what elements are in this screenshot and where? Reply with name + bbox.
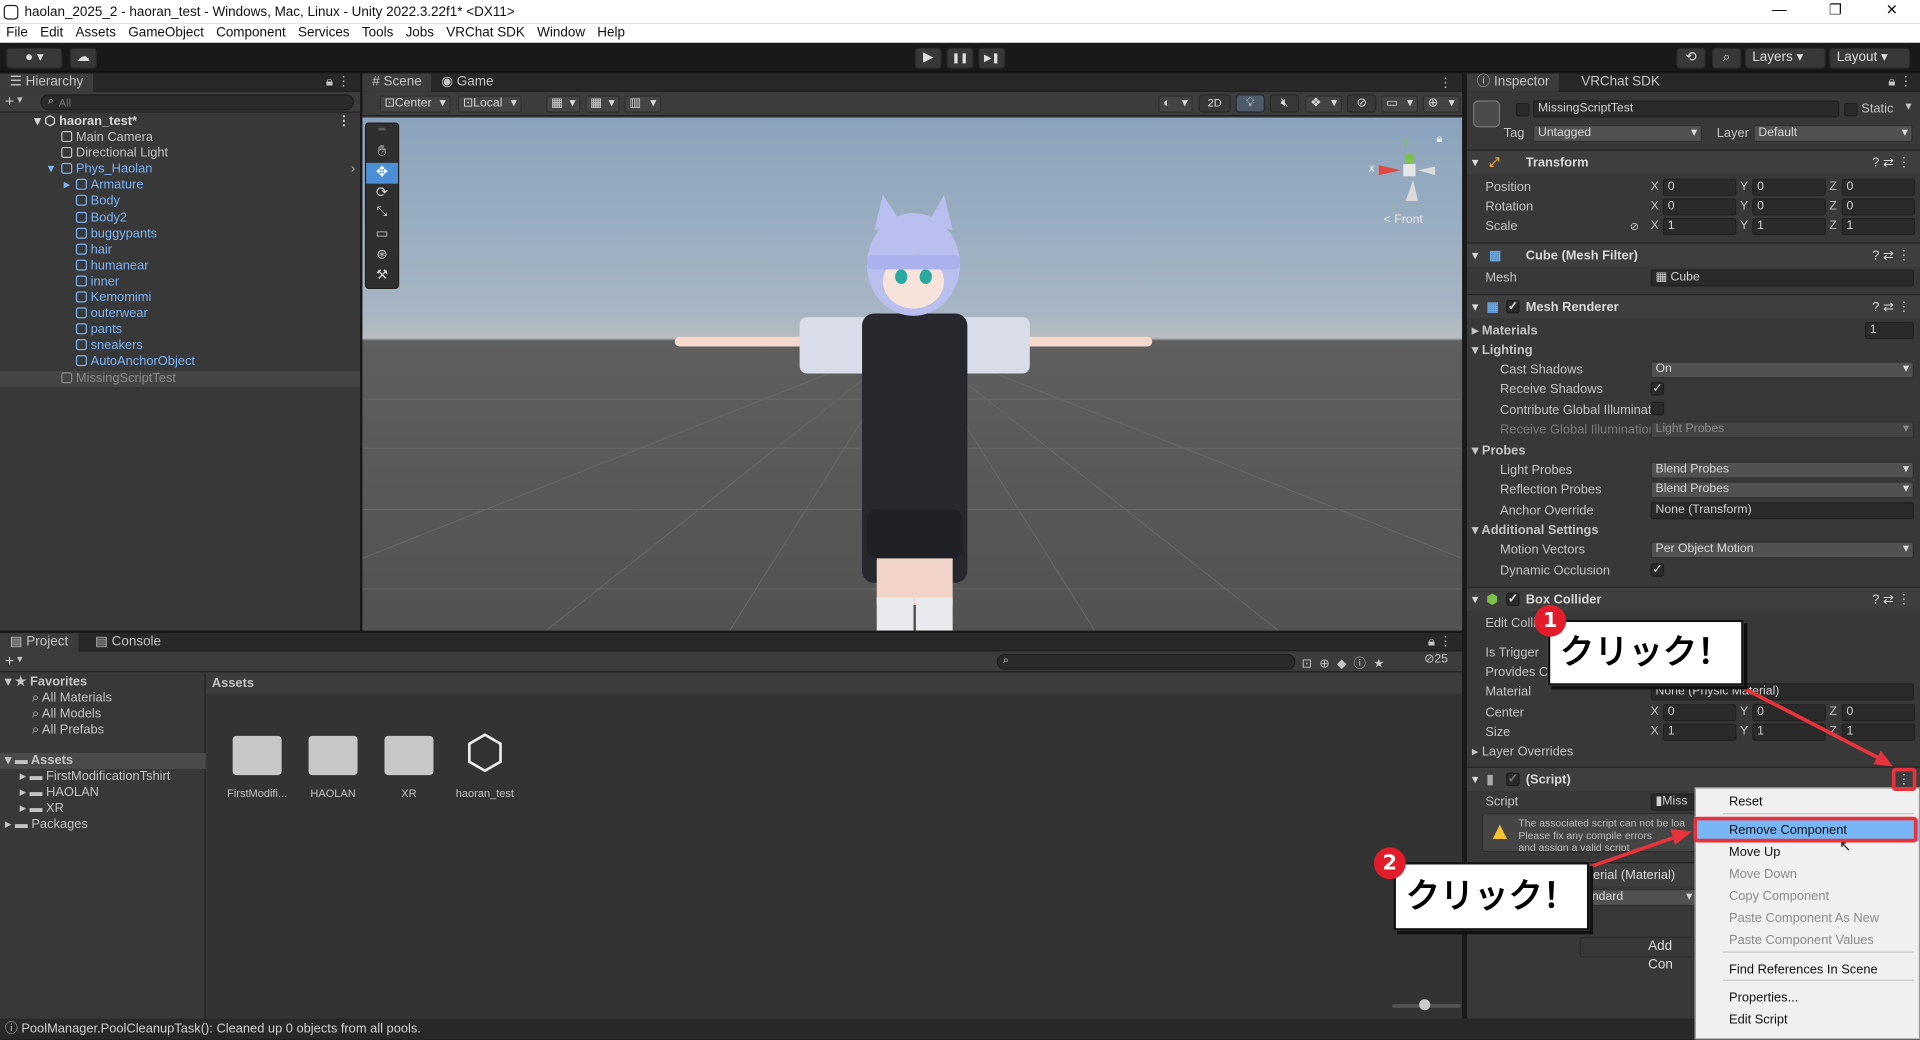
- callout-2: クリック！: [1393, 862, 1590, 931]
- step-1-badge: 1: [1534, 604, 1567, 637]
- callout-1: クリック！: [1547, 619, 1744, 686]
- step-2-badge: 2: [1373, 847, 1406, 880]
- unity-editor: haolan_2025_2 - haoran_test - Windows, M…: [0, 0, 1920, 1040]
- annotation-arrows: [1588, 684, 1894, 869]
